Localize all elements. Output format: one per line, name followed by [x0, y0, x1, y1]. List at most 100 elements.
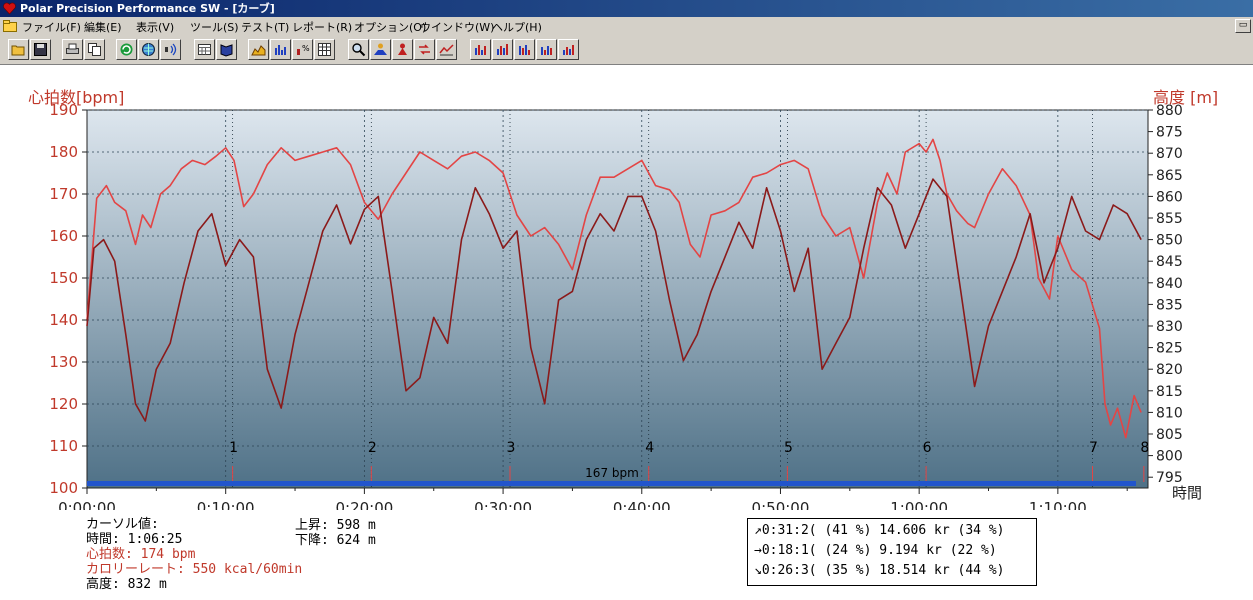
- hr-altitude-chart[interactable]: 心拍数[bpm] 高度 [m] 時間 12345678 100110120130…: [0, 65, 1253, 510]
- column-chart-4-button[interactable]: [536, 39, 557, 60]
- table-icon: [318, 43, 331, 56]
- slope-stats-box: ↗0:31:2( (41 %) 14.606 kr (34 %) →0:18:1…: [747, 518, 1037, 586]
- column-chart-1-button[interactable]: [470, 39, 491, 60]
- sound-button[interactable]: [160, 39, 181, 60]
- descent-value: 下降: 624 m: [295, 533, 376, 548]
- y-right-tick-label: 805: [1156, 427, 1183, 443]
- cursor-calorie-rate: カロリーレート: 550 kcal/60min: [86, 562, 303, 577]
- globe-icon: [142, 43, 155, 56]
- x-tick-label: 0:00:00: [58, 499, 116, 510]
- save-button[interactable]: [30, 39, 51, 60]
- flat-arrow-icon: →: [754, 543, 762, 558]
- y-right-tick-label: 850: [1156, 233, 1183, 249]
- menu-file[interactable]: ファイル(F): [22, 19, 81, 35]
- menu-edit[interactable]: 編集(E): [84, 19, 122, 35]
- ascent-value: 上昇: 598 m: [295, 518, 376, 533]
- trend-button[interactable]: [436, 39, 457, 60]
- lap-label: 4: [645, 440, 654, 456]
- lap-label: 2: [368, 440, 377, 456]
- y-left-tick-label: 150: [49, 269, 78, 287]
- area-chart-icon: [251, 45, 266, 56]
- person-chart-button[interactable]: [370, 39, 391, 60]
- y-right-tick-label: 810: [1156, 405, 1183, 421]
- lap-label: 5: [784, 440, 793, 456]
- table-button[interactable]: [314, 39, 335, 60]
- menu-test[interactable]: テスト(T): [241, 19, 289, 35]
- bar-chart-button[interactable]: [270, 39, 291, 60]
- y-right-tick-label: 875: [1156, 125, 1183, 141]
- svg-text:%: %: [302, 44, 310, 53]
- print-button[interactable]: [62, 39, 83, 60]
- y-right-tick-label: 860: [1156, 189, 1183, 205]
- column-chart-3-icon: [519, 45, 530, 55]
- zoom-button[interactable]: [348, 39, 369, 60]
- y-left-tick-label: 180: [49, 143, 78, 161]
- x-axis-label: 時間: [1172, 484, 1202, 502]
- y-left-tick-label: 100: [49, 479, 78, 497]
- y-right-tick-label: 815: [1156, 384, 1183, 400]
- bar-chart-icon: [275, 45, 286, 55]
- column-chart-5-button[interactable]: [558, 39, 579, 60]
- person-chart-icon: [374, 43, 387, 55]
- y-right-tick-label: 820: [1156, 362, 1183, 378]
- y-right-tick-label: 800: [1156, 449, 1183, 465]
- save-icon: [34, 43, 47, 56]
- chart-area: 心拍数[bpm] 高度 [m] 時間 12345678 100 110 120 130…: [0, 65, 1253, 600]
- person-marker-icon: [398, 43, 407, 55]
- downhill-arrow-icon: ↘: [754, 563, 762, 578]
- print-icon: [66, 43, 79, 54]
- percent-chart-button[interactable]: %: [292, 39, 313, 60]
- y-left-tick-label: 110: [49, 437, 78, 455]
- uphill-row: ↗0:31:2( (41 %) 14.606 kr (34 %): [754, 523, 1005, 538]
- x-tick-label: 1:10:00: [1029, 499, 1087, 510]
- menu-options[interactable]: オプション(O): [354, 19, 426, 35]
- menu-help[interactable]: ヘルプ(H): [492, 19, 542, 35]
- restore-button[interactable]: ▭: [1235, 19, 1251, 33]
- refresh-button[interactable]: [116, 39, 137, 60]
- y-left-tick-label: 170: [49, 185, 78, 203]
- y-left-tick-label: 160: [49, 227, 78, 245]
- y-left-tick-label: 120: [49, 395, 78, 413]
- y-right-tick-label: 840: [1156, 276, 1183, 292]
- percent-chart-icon: %: [297, 44, 310, 55]
- document-icon[interactable]: [3, 20, 17, 32]
- person-marker-button[interactable]: [392, 39, 413, 60]
- heart-icon: [3, 2, 16, 15]
- open-button[interactable]: [8, 39, 29, 60]
- book-button[interactable]: [216, 39, 237, 60]
- refresh-icon: [120, 43, 133, 56]
- menu-report[interactable]: レポート(R): [292, 19, 352, 35]
- cursor-time: 時間: 1:06:25: [86, 532, 183, 547]
- y-right-tick-label: 845: [1156, 254, 1183, 270]
- lap-label: 3: [507, 440, 516, 456]
- area-chart-button[interactable]: [248, 39, 269, 60]
- y-right-tick-label: 795: [1156, 470, 1183, 486]
- uphill-arrow-icon: ↗: [754, 523, 762, 538]
- compare-button[interactable]: [414, 39, 435, 60]
- calendar-icon: [198, 44, 211, 55]
- menu-tools[interactable]: ツール(S): [190, 19, 239, 35]
- column-chart-1-icon: [475, 45, 486, 55]
- sound-icon: [165, 43, 177, 56]
- menu-view[interactable]: 表示(V): [136, 19, 174, 35]
- column-chart-2-button[interactable]: [492, 39, 513, 60]
- y-right-tick-label: 830: [1156, 319, 1183, 335]
- menu-window[interactable]: ウインドウ(W): [420, 19, 494, 35]
- x-tick-label: 1:00:00: [890, 499, 948, 510]
- column-chart-4-icon: [541, 46, 552, 55]
- x-tick-label: 0:40:00: [613, 499, 671, 510]
- lap-label: 6: [923, 440, 932, 456]
- y-right-tick-label: 855: [1156, 211, 1183, 227]
- copy-button[interactable]: [84, 39, 105, 60]
- window-title: Polar Precision Performance SW - [カーブ]: [20, 2, 275, 15]
- y-right-tick-label: 865: [1156, 168, 1183, 184]
- column-chart-3-button[interactable]: [514, 39, 535, 60]
- x-tick-label: 0:30:00: [474, 499, 532, 510]
- y-right-tick-label: 870: [1156, 146, 1183, 162]
- downhill-row: ↘0:26:3( (35 %) 18.514 kr (44 %): [754, 563, 1005, 578]
- globe-button[interactable]: [138, 39, 159, 60]
- open-icon: [11, 45, 25, 56]
- lap-label: 8: [1140, 440, 1149, 456]
- calendar-button[interactable]: [194, 39, 215, 60]
- x-tick-label: 0:50:00: [752, 499, 810, 510]
